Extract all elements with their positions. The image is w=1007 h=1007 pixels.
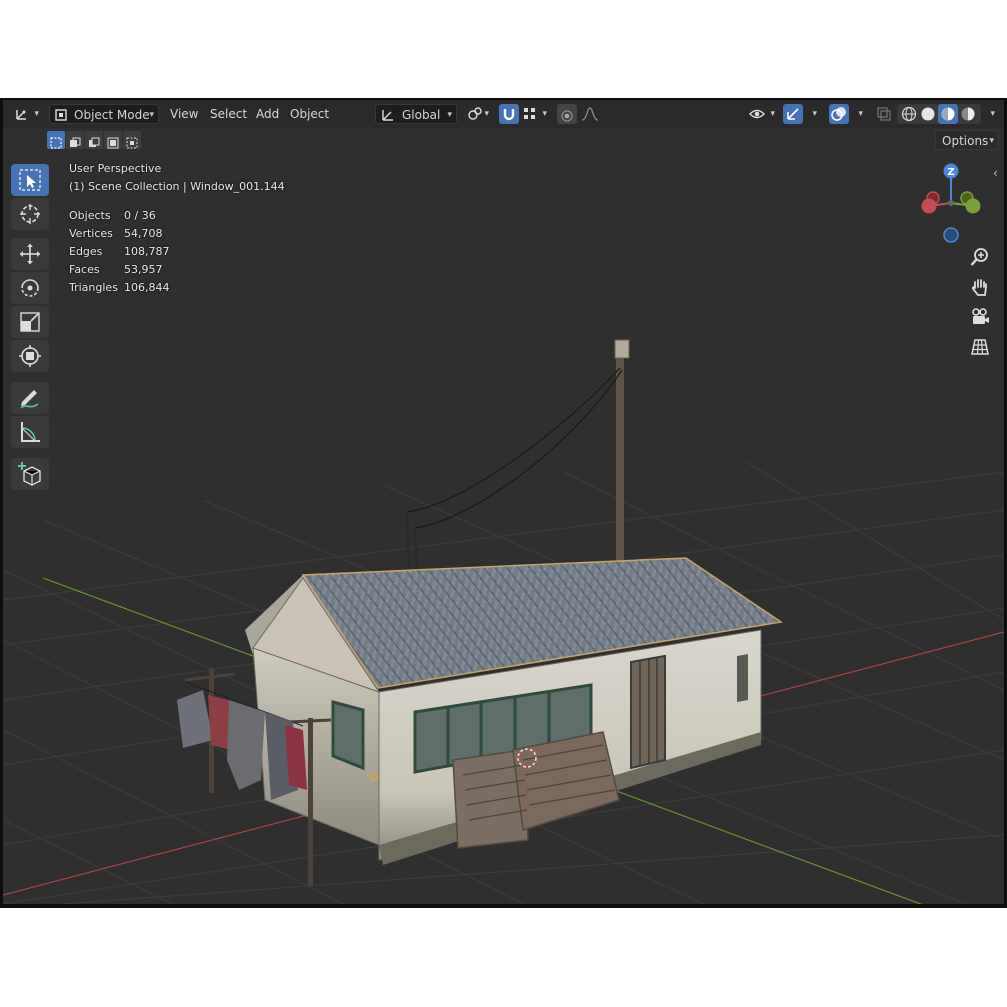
blender-window: ▾ Object Mode ▾ View Select Add Object G… [3, 100, 1004, 904]
shading-mode-group [897, 104, 981, 124]
mode-selector[interactable]: Object Mode ▾ [49, 104, 159, 124]
viewport-header: ▾ Object Mode ▾ View Select Add Object G… [3, 100, 1004, 128]
mode-label: Object Mode [74, 108, 150, 122]
editor-type-button[interactable]: ▾ [11, 104, 43, 124]
overlays-toggle[interactable] [829, 104, 849, 124]
options-label: Options [942, 134, 989, 148]
stat-value: 108,787 [124, 245, 170, 258]
menu-add[interactable]: Add [256, 104, 279, 124]
screenshot-frame: ▾ Object Mode ▾ View Select Add Object G… [0, 98, 1007, 908]
sidebar-toggle-icon[interactable]: ‹ [993, 166, 998, 180]
axis-gizmo-icon [14, 106, 30, 128]
stat-value: 0 / 36 [124, 209, 156, 222]
chevron-down-icon: ▾ [484, 109, 489, 119]
solid-shading-icon[interactable] [920, 106, 936, 128]
object-mode-icon [54, 108, 68, 128]
menu-object[interactable]: Object [290, 104, 329, 124]
snap-grid-icon [523, 107, 537, 127]
camera-view-button[interactable] [967, 304, 993, 330]
material-preview-shading-icon[interactable] [938, 104, 958, 124]
proportional-icon [561, 108, 573, 128]
chevron-down-icon: ▾ [990, 109, 995, 119]
eye-icon [749, 107, 765, 127]
ortho-toggle-button[interactable] [967, 334, 993, 360]
falloff-curve-icon [581, 106, 599, 128]
stat-value: 54,708 [124, 227, 163, 240]
visibility-dropdown[interactable]: ▾ [747, 104, 779, 124]
view-name-label: User Perspective [69, 162, 162, 175]
stat-label: Triangles [69, 281, 118, 294]
rendered-shading-icon[interactable] [960, 106, 976, 128]
chevron-down-icon: ▾ [149, 110, 154, 120]
stat-label: Faces [69, 263, 100, 276]
transform-orientation-dropdown[interactable]: Global ▾ [375, 104, 457, 124]
select-intersect-icon [126, 134, 138, 153]
gizmo-z-label: Z [947, 167, 954, 178]
snap-toggle[interactable] [499, 104, 519, 124]
wireframe-shading-icon[interactable] [901, 106, 917, 128]
zoom-button[interactable] [967, 244, 993, 270]
tool-transform[interactable] [11, 340, 49, 372]
tool-select-box[interactable] [11, 164, 49, 196]
select-new-mode[interactable] [47, 131, 65, 149]
stat-label: Vertices [69, 227, 113, 240]
stat-label: Edges [69, 245, 103, 258]
shading-dropdown[interactable]: ▾ [983, 104, 999, 124]
stat-label: Objects [69, 209, 111, 222]
stat-value: 106,844 [124, 281, 170, 294]
magnet-icon [501, 106, 517, 128]
overlays-icon [831, 106, 847, 128]
xray-icon [877, 107, 891, 127]
options-dropdown[interactable]: Options ▾ [935, 130, 999, 150]
chevron-down-icon: ▾ [770, 109, 775, 119]
navigation-gizmo[interactable]: Z [911, 158, 991, 244]
tool-move[interactable] [11, 238, 49, 270]
chevron-down-icon: ▾ [447, 110, 452, 120]
xray-toggle[interactable] [875, 104, 893, 124]
gizmo-dropdown[interactable]: ▾ [805, 104, 821, 124]
chevron-down-icon: ▾ [542, 109, 547, 119]
proportional-edit-toggle[interactable] [557, 104, 577, 124]
pivot-icon [467, 106, 483, 128]
tool-rotate[interactable] [11, 272, 49, 304]
tool-add-cube[interactable] [11, 458, 49, 490]
tool-measure[interactable] [11, 416, 49, 448]
select-extend-icon [69, 134, 81, 153]
stat-value: 53,957 [124, 263, 163, 276]
3d-viewport[interactable]: User Perspective (1) Scene Collection | … [3, 152, 1004, 904]
selection-mode-bar: Options ▾ [3, 128, 1004, 152]
chevron-down-icon: ▾ [989, 136, 994, 146]
chevron-down-icon: ▾ [812, 109, 817, 119]
falloff-dropdown[interactable] [579, 104, 607, 124]
pivot-point-button[interactable]: ▾ [465, 104, 493, 124]
chevron-down-icon: ▾ [858, 109, 863, 119]
select-subtract-mode[interactable] [85, 131, 103, 149]
select-intersect-mode[interactable] [123, 131, 141, 149]
select-invert-icon [107, 134, 119, 153]
snap-target-dropdown[interactable]: ▾ [521, 104, 551, 124]
tool-annotate[interactable] [11, 382, 49, 414]
chevron-down-icon: ▾ [34, 109, 39, 119]
orientation-axes-icon [380, 107, 396, 129]
select-subtract-icon [88, 134, 100, 153]
select-extend-mode[interactable] [66, 131, 84, 149]
tool-scale[interactable] [11, 306, 49, 338]
orientation-label: Global [402, 108, 441, 122]
tool-cursor[interactable] [11, 198, 49, 230]
gizmo-toggle[interactable] [783, 104, 803, 124]
menu-select[interactable]: Select [210, 104, 247, 124]
gizmo-icon [785, 106, 801, 128]
select-invert-mode[interactable] [104, 131, 122, 149]
overlays-dropdown[interactable]: ▾ [851, 104, 867, 124]
pan-button[interactable] [967, 274, 993, 300]
menu-view[interactable]: View [170, 104, 198, 124]
collection-info-label: (1) Scene Collection | Window_001.144 [69, 180, 285, 193]
select-new-icon [50, 134, 62, 153]
